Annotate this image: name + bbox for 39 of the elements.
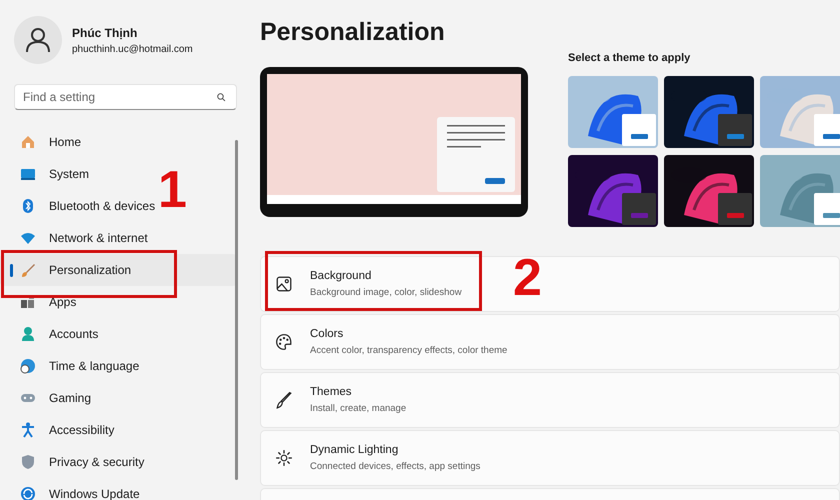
setting-title: Background xyxy=(310,269,372,284)
accessibility-icon xyxy=(20,422,36,438)
settings-card[interactable]: Colors Accent color, transparency effects, color theme xyxy=(260,314,840,370)
monitor-icon xyxy=(20,166,36,182)
nav-item[interactable]: Privacy & security xyxy=(0,446,237,478)
wifi-icon xyxy=(20,230,36,246)
section-label: Select a theme to apply xyxy=(568,50,692,66)
paintbrush-icon xyxy=(275,391,293,409)
setting-description: Accent color, transparency effects, color theme xyxy=(310,344,508,358)
update-icon xyxy=(20,486,36,500)
nav-item[interactable]: Network & internet xyxy=(0,222,237,254)
setting-description: Install, create, manage xyxy=(310,402,406,416)
light-burst-icon xyxy=(275,449,293,467)
image-icon xyxy=(275,275,293,293)
person-icon xyxy=(20,326,36,342)
settings-card[interactable]: Themes Install, create, manage xyxy=(260,372,840,428)
shield-icon xyxy=(20,454,36,470)
paintbrush-icon xyxy=(20,262,36,278)
palette-icon xyxy=(275,333,293,351)
scrollbar[interactable] xyxy=(235,140,238,480)
globe-clock-icon xyxy=(20,358,36,374)
setting-title: Dynamic Lighting xyxy=(310,443,400,458)
home-icon xyxy=(20,134,36,150)
setting-description: Background image, color, slideshow xyxy=(310,286,462,300)
bluetooth-icon xyxy=(20,198,36,214)
user-name: Phúc Thịnh xyxy=(72,24,138,42)
settings-card[interactable]: Dynamic Lighting Connected devices, effects, app settings xyxy=(260,430,840,486)
nav-item[interactable]: Accounts xyxy=(0,318,237,350)
search-icon xyxy=(216,92,227,103)
user-email: phucthinh.uc@hotmail.com xyxy=(72,42,193,56)
page-title: Personalization xyxy=(260,17,446,48)
annotation-number: 1 xyxy=(158,164,187,216)
nav-item[interactable]: Accessibility xyxy=(0,414,237,446)
setting-title: Themes xyxy=(310,385,353,400)
avatar[interactable] xyxy=(14,16,62,64)
search-field[interactable]: Find a setting xyxy=(14,84,237,110)
setting-title: Colors xyxy=(310,327,344,342)
nav-item[interactable]: Personalization xyxy=(0,254,237,286)
setting-description: Connected devices, effects, app settings xyxy=(310,460,480,474)
